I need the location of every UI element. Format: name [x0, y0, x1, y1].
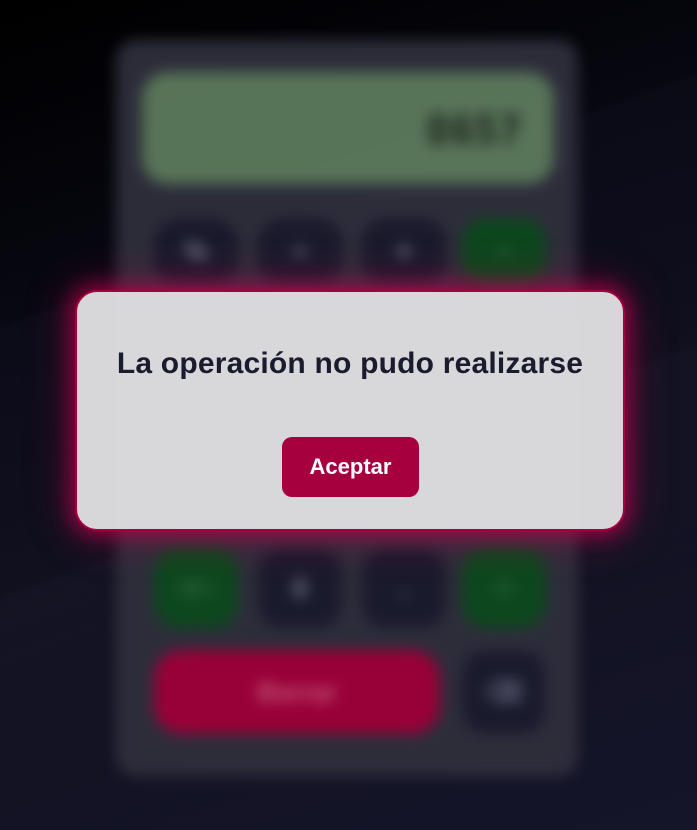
accept-button[interactable]: Aceptar: [282, 437, 419, 497]
dialog-message: La operación no pudo realizarse: [116, 347, 584, 380]
key-minus: −: [462, 218, 546, 284]
calculator-display: 8657: [142, 72, 554, 184]
key-decimal: .: [362, 548, 446, 628]
key-backspace: ⌫: [462, 650, 546, 734]
key-zero: 0: [258, 548, 342, 628]
key-percent: %: [154, 218, 238, 284]
key-sign: +/−: [154, 548, 238, 628]
key-equals: =: [462, 548, 546, 628]
error-dialog: La operación no pudo realizarse Aceptar: [75, 290, 625, 531]
key-multiply: ×: [362, 218, 446, 284]
key-clear: Borrar: [154, 650, 440, 734]
key-divide: ÷: [258, 218, 342, 284]
